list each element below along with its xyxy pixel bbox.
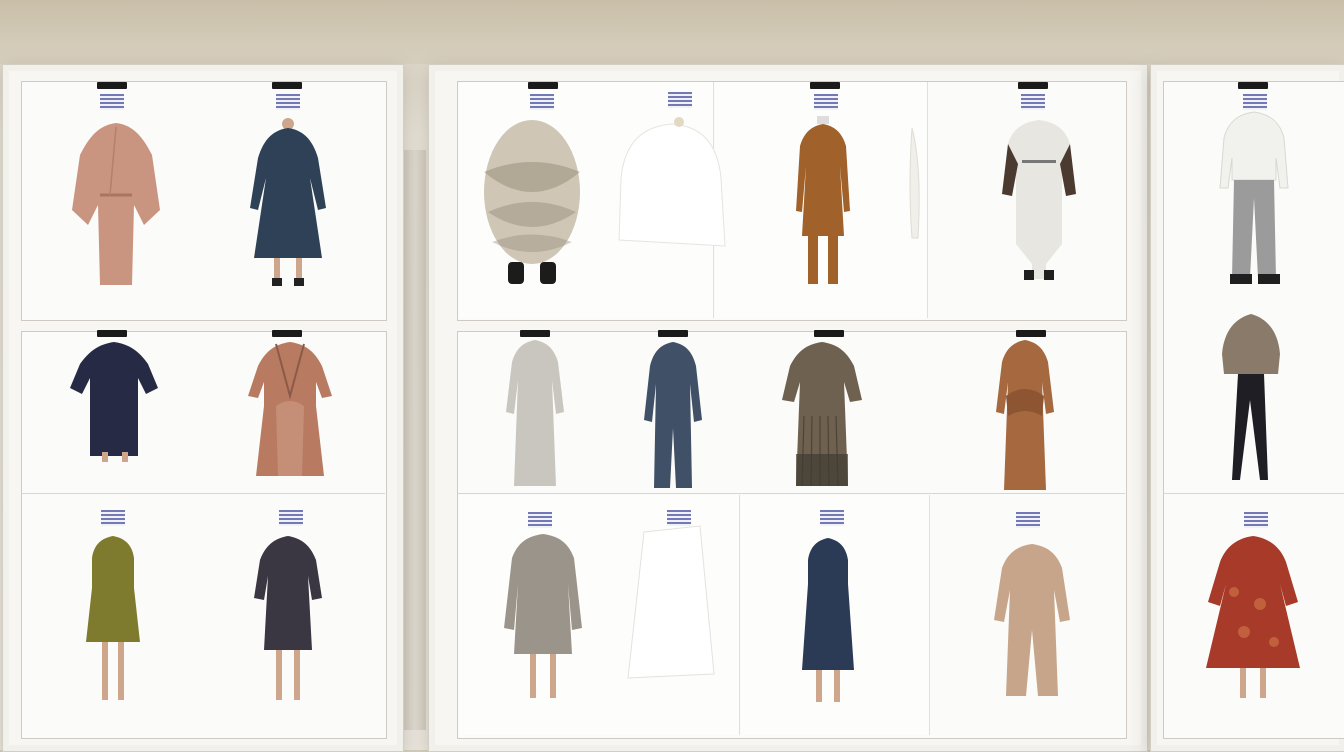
garment-wrap-dress [248,342,332,476]
garment-cape [72,123,160,285]
garment-printed-dress [1206,536,1300,698]
label-tag [1244,512,1268,528]
wall-top [0,0,1344,64]
binder-clip [1018,82,1048,89]
label-tag [1021,94,1045,110]
binder-clip [97,82,127,89]
garment-sleeve [909,127,920,239]
garment-draped-dress [996,340,1054,490]
label-tag [101,510,125,526]
label-tag [668,92,692,108]
label-tag [820,510,844,526]
garment-suit [644,342,702,488]
label-tag [279,510,303,526]
binder-clip [658,330,688,337]
display-board-left [2,64,404,752]
divider [1163,493,1344,494]
binder-clip [1238,82,1268,89]
garment-pleated-dress [782,342,862,487]
board-gap-shadow [404,150,426,730]
label-tag [276,94,300,110]
garment-fur-coat [484,120,580,284]
binder-clip [97,330,127,337]
garment-sleeveless-dress [86,536,140,700]
label-tag [1016,512,1040,528]
garment-white-cape [618,117,726,247]
garment-knit-top [1222,314,1280,480]
garment-shirt-dress [254,536,322,700]
label-tag [530,94,554,110]
garment-jumpsuit [994,544,1070,696]
divider [21,493,385,494]
binder-clip [272,82,302,89]
garment-long-coat [504,534,582,698]
garment-gown [506,340,564,486]
garment-short-dress [70,342,158,462]
garment-tunic-trousers [796,116,850,284]
label-tag [100,94,124,110]
binder-clip [810,82,840,89]
garment-jacket-pants [1002,120,1076,280]
garment-sleeveless-dress [802,538,854,702]
binder-clip [528,82,558,89]
label-tag [814,94,838,110]
garment-coat-dress [250,118,326,286]
garment-white-sheet [627,525,715,679]
garment-blouse-trousers [1219,111,1289,284]
label-tag [528,512,552,528]
